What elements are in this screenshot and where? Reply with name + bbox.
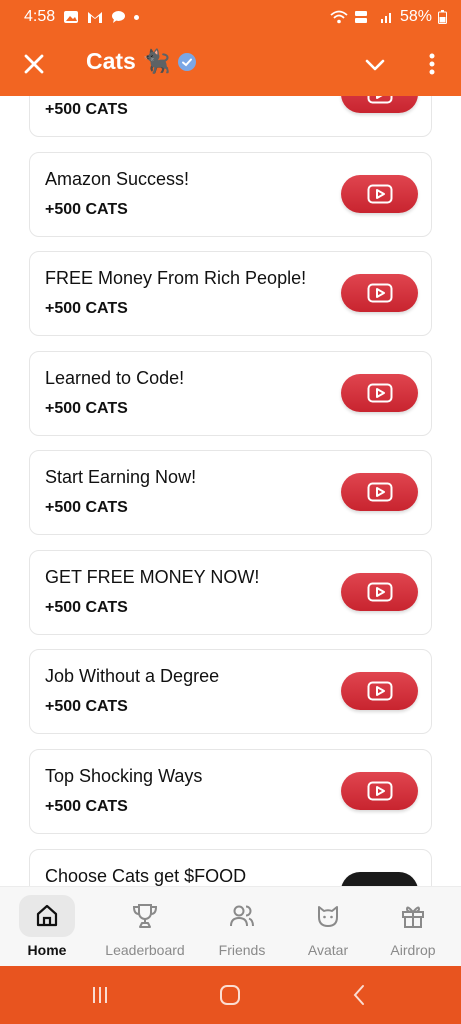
wifi-icon bbox=[330, 10, 348, 24]
gift-icon bbox=[402, 906, 424, 928]
home-button-icon[interactable] bbox=[218, 983, 242, 1007]
play-icon bbox=[367, 96, 392, 104]
task-card: +500 CATS bbox=[29, 96, 432, 137]
task-reward: +500 CATS bbox=[45, 798, 128, 815]
task-card: GET FREE MONEY NOW! +500 CATS bbox=[29, 550, 432, 635]
watch-video-button[interactable] bbox=[341, 473, 418, 511]
task-reward: +500 CATS bbox=[45, 101, 128, 118]
task-action-button[interactable] bbox=[341, 872, 418, 886]
app-bar: Cats 🐈‍⬛ bbox=[0, 34, 461, 96]
play-icon bbox=[367, 383, 392, 403]
nav-airdrop[interactable]: Airdrop bbox=[383, 887, 443, 967]
verified-badge-icon bbox=[177, 52, 196, 71]
home-icon bbox=[36, 904, 58, 927]
task-card: Job Without a Degree +500 CATS bbox=[29, 649, 432, 734]
more-vertical-icon[interactable] bbox=[420, 50, 444, 78]
chevron-down-icon[interactable] bbox=[361, 50, 389, 78]
trophy-icon bbox=[132, 904, 158, 928]
watch-video-button[interactable] bbox=[341, 96, 418, 113]
friends-icon bbox=[230, 905, 254, 927]
task-list[interactable]: +500 CATS Amazon Success! +500 CATS FREE… bbox=[0, 96, 461, 886]
cat-face-icon bbox=[318, 906, 338, 927]
status-time: 4:58 bbox=[24, 8, 56, 25]
watch-video-button[interactable] bbox=[341, 175, 418, 213]
task-card: Amazon Success! +500 CATS bbox=[29, 152, 432, 237]
task-title: Job Without a Degree bbox=[45, 666, 220, 686]
task-card: Choose Cats get $FOOD bbox=[29, 849, 432, 886]
nav-home[interactable]: Home bbox=[19, 887, 75, 967]
nav-label: Home bbox=[27, 942, 67, 958]
watch-video-button[interactable] bbox=[341, 274, 418, 312]
task-reward: +500 CATS bbox=[45, 698, 128, 715]
recent-apps-icon[interactable] bbox=[88, 983, 112, 1007]
watch-video-button[interactable] bbox=[341, 772, 418, 810]
watch-video-button[interactable] bbox=[341, 573, 418, 611]
task-title: Choose Cats get $FOOD bbox=[45, 866, 247, 886]
task-title: FREE Money From Rich People! bbox=[45, 268, 307, 288]
play-icon bbox=[367, 184, 392, 204]
play-icon bbox=[367, 582, 392, 602]
watch-video-button[interactable] bbox=[341, 374, 418, 412]
task-title: Start Earning Now! bbox=[45, 467, 197, 487]
more-notifications-dot bbox=[134, 14, 140, 20]
battery-percent: 58% bbox=[399, 8, 432, 25]
chat-notification-icon bbox=[112, 11, 126, 23]
title-wrap: Cats 🐈‍⬛ bbox=[86, 48, 197, 75]
task-card: Top Shocking Ways +500 CATS bbox=[29, 749, 432, 834]
nav-label: Airdrop bbox=[390, 942, 436, 958]
task-reward: +500 CATS bbox=[45, 499, 128, 516]
back-icon[interactable] bbox=[348, 983, 372, 1007]
gmail-notification-icon bbox=[88, 12, 103, 23]
task-title: Amazon Success! bbox=[45, 169, 190, 189]
battery-icon bbox=[438, 10, 447, 24]
nav-friends[interactable]: Friends bbox=[208, 887, 276, 967]
task-title: Top Shocking Ways bbox=[45, 766, 203, 786]
task-card: Start Earning Now! +500 CATS bbox=[29, 450, 432, 535]
page-title: Cats 🐈‍⬛ bbox=[86, 48, 171, 74]
task-reward: +500 CATS bbox=[45, 599, 128, 616]
nav-label: Leaderboard bbox=[105, 942, 185, 958]
watch-video-button[interactable] bbox=[341, 672, 418, 710]
signal-icon bbox=[380, 13, 391, 23]
nav-avatar[interactable]: Avatar bbox=[299, 887, 357, 967]
play-icon bbox=[367, 482, 392, 502]
task-reward: +500 CATS bbox=[45, 300, 128, 317]
nav-leaderboard[interactable]: Leaderboard bbox=[100, 887, 190, 967]
play-icon bbox=[367, 283, 392, 303]
bottom-nav: Home Leaderboard Friends Avatar Airdrop bbox=[0, 886, 461, 966]
nav-label: Avatar bbox=[307, 942, 349, 958]
nav-label: Friends bbox=[218, 942, 266, 958]
task-reward: +500 CATS bbox=[45, 201, 128, 218]
gallery-notification-icon bbox=[64, 11, 79, 23]
task-reward: +500 CATS bbox=[45, 400, 128, 417]
status-bar: 4:58 58% bbox=[0, 0, 461, 34]
task-title: GET FREE MONEY NOW! bbox=[45, 567, 260, 587]
task-title: Learned to Code! bbox=[45, 368, 185, 388]
volte-icon bbox=[354, 11, 367, 23]
task-card: Learned to Code! +500 CATS bbox=[29, 351, 432, 436]
play-icon bbox=[367, 681, 392, 701]
task-card: FREE Money From Rich People! +500 CATS bbox=[29, 251, 432, 336]
system-nav-bar bbox=[0, 966, 461, 1024]
close-icon[interactable] bbox=[20, 50, 48, 78]
play-icon bbox=[367, 781, 392, 801]
